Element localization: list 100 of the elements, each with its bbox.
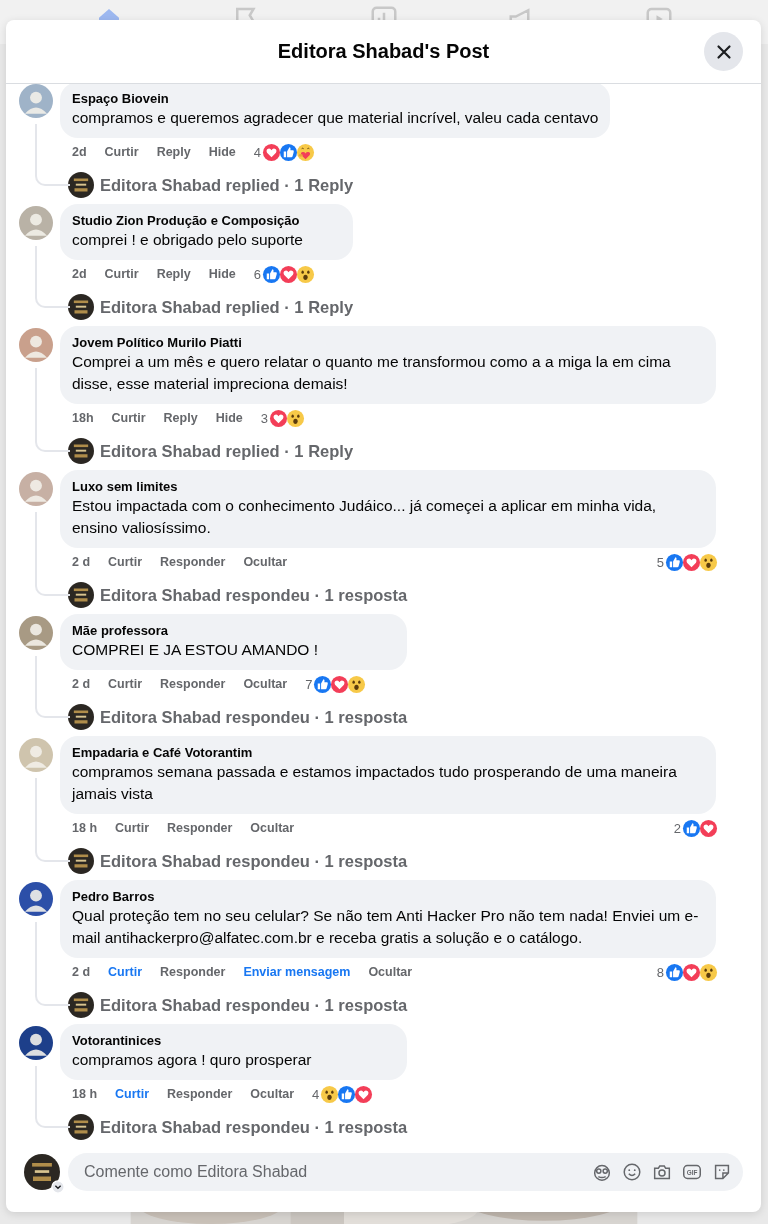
- avatar[interactable]: [68, 1114, 94, 1140]
- avatar[interactable]: [68, 848, 94, 874]
- comment-text: comprei ! e obrigado pelo suporte: [72, 230, 304, 250]
- reaction-count[interactable]: 2: [673, 820, 681, 836]
- heart-reaction-icon: [354, 1084, 374, 1104]
- comment-text: compramos e queremos agradecer que material incrível, valeu cada centavo: [72, 108, 599, 128]
- author-name[interactable]: Jovem Político Murilo Piatti: [72, 334, 704, 351]
- reaction-count[interactable]: 8: [656, 964, 664, 980]
- view-replies-link[interactable]: Editora Shabad respondeu · 1 resposta: [100, 1117, 408, 1137]
- author-name[interactable]: Empadaria e Café Votorantim: [72, 744, 704, 761]
- like-reaction-icon: [337, 1084, 357, 1104]
- heart-reaction-icon: [262, 142, 281, 162]
- reaction-count[interactable]: 4: [253, 144, 261, 160]
- heart-reaction-icon: [699, 818, 718, 838]
- like-reaction-icon: [279, 142, 298, 162]
- action-link[interactable]: Ocultar: [368, 965, 413, 979]
- author-name[interactable]: Mãe professora: [72, 622, 396, 639]
- thread-line: [35, 656, 70, 718]
- action-link[interactable]: Curtir: [108, 965, 143, 979]
- reaction-count[interactable]: 3: [260, 410, 268, 426]
- view-replies-link[interactable]: Editora Shabad respondeu · 1 resposta: [100, 995, 408, 1015]
- view-replies-link[interactable]: Editora Shabad respondeu · 1 resposta: [100, 585, 408, 605]
- heart-reaction-icon: [682, 962, 701, 982]
- action-link[interactable]: Responder: [167, 821, 233, 835]
- chevron-down-icon[interactable]: [51, 1180, 65, 1194]
- comment-text: COMPREI E JA ESTOU AMANDO !: [72, 640, 320, 660]
- action-link[interactable]: Curtir: [104, 145, 139, 159]
- avatar[interactable]: [68, 172, 94, 198]
- action-link[interactable]: Reply: [163, 411, 198, 425]
- timestamp: 2d: [72, 267, 87, 281]
- author-name[interactable]: Espaço Biovein: [72, 90, 599, 107]
- comment-text: compramos semana passada e estamos impactados tudo prosperando de uma maneira jamais vista: [72, 762, 678, 804]
- heart-reaction-icon: [279, 264, 298, 284]
- author-name[interactable]: Pedro Barros: [72, 888, 704, 905]
- action-link[interactable]: Hide: [208, 145, 236, 159]
- action-link[interactable]: Responder: [160, 677, 226, 691]
- surprised-reaction-icon: [699, 962, 718, 982]
- comment-text: Estou impactada com o conhecimento Judáico... já começei a aplicar em minha vida, ensino valiosíssimo.: [72, 496, 658, 538]
- thread-line: [35, 1066, 70, 1128]
- view-replies-link[interactable]: Editora Shabad respondeu · 1 resposta: [100, 851, 408, 871]
- like-reaction-icon: [262, 264, 281, 284]
- action-link[interactable]: Curtir: [108, 555, 143, 569]
- avatar[interactable]: [68, 704, 94, 730]
- action-link[interactable]: Hide: [208, 267, 236, 281]
- like-reaction-icon: [665, 552, 684, 572]
- timestamp: 2d: [72, 145, 87, 159]
- action-link[interactable]: Curtir: [111, 411, 146, 425]
- action-link[interactable]: Hide: [215, 411, 243, 425]
- view-replies-link[interactable]: Editora Shabad respondeu · 1 resposta: [100, 707, 408, 727]
- action-link[interactable]: Curtir: [108, 677, 143, 691]
- comment-text: compramos agora ! quro prosperar: [72, 1050, 313, 1070]
- action-link[interactable]: Curtir: [115, 1087, 150, 1101]
- action-link[interactable]: Ocultar: [243, 555, 288, 569]
- reaction-count[interactable]: 5: [656, 554, 664, 570]
- avatar[interactable]: [68, 294, 94, 320]
- action-link[interactable]: Responder: [167, 1087, 233, 1101]
- author-name[interactable]: Luxo sem limites: [72, 478, 704, 495]
- action-link[interactable]: Curtir: [104, 267, 139, 281]
- reaction-count[interactable]: 6: [253, 266, 261, 282]
- action-link[interactable]: Reply: [156, 267, 191, 281]
- timestamp: 18 h: [72, 821, 97, 835]
- avatar[interactable]: [24, 1154, 60, 1190]
- heart-reaction-icon: [330, 674, 350, 694]
- surprised-reaction-icon: [296, 264, 315, 284]
- timestamp: 18 h: [72, 1087, 97, 1101]
- action-link[interactable]: Ocultar: [250, 1087, 295, 1101]
- like-reaction-icon: [682, 818, 701, 838]
- thread-line: [35, 124, 70, 186]
- avatar[interactable]: [19, 882, 53, 916]
- author-name[interactable]: Votorantinices: [72, 1032, 396, 1049]
- surprised-reaction-icon: [347, 674, 367, 694]
- view-replies-link[interactable]: Editora Shabad replied · 1 Reply: [100, 175, 354, 195]
- surprised-reaction-icon: [285, 408, 305, 428]
- action-link[interactable]: Ocultar: [250, 821, 295, 835]
- reaction-count[interactable]: 7: [305, 676, 313, 692]
- comment-text: Comprei a um mês e quero relatar o quanto me transformou como a a miga la em cima disse, esse material impreciona demais!: [72, 352, 672, 394]
- emoji-icon[interactable]: [621, 1161, 643, 1183]
- action-link[interactable]: Ocultar: [243, 677, 288, 691]
- like-reaction-icon: [665, 962, 684, 982]
- view-replies-link[interactable]: Editora Shabad replied · 1 Reply: [100, 441, 354, 461]
- action-link[interactable]: Enviar mensagem: [243, 965, 351, 979]
- timestamp: 2 d: [72, 965, 91, 979]
- surprised-reaction-icon: [320, 1084, 340, 1104]
- action-link[interactable]: Responder: [160, 965, 226, 979]
- like-reaction-icon: [313, 674, 333, 694]
- action-link[interactable]: Responder: [160, 555, 226, 569]
- avatar[interactable]: [68, 438, 94, 464]
- thread-line: [35, 246, 70, 308]
- close-button[interactable]: [704, 32, 743, 71]
- action-link[interactable]: Curtir: [115, 821, 150, 835]
- avatar[interactable]: [19, 1026, 53, 1060]
- view-replies-link[interactable]: Editora Shabad replied · 1 Reply: [100, 297, 354, 317]
- timestamp: 18h: [72, 411, 94, 425]
- avatar[interactable]: [68, 582, 94, 608]
- reaction-count[interactable]: 4: [312, 1086, 320, 1102]
- timestamp: 2 d: [72, 555, 91, 569]
- action-link[interactable]: Reply: [156, 145, 191, 159]
- author-name[interactable]: Studio Zion Produção e Composição: [72, 212, 342, 229]
- avatar[interactable]: [68, 992, 94, 1018]
- timestamp: 2 d: [72, 677, 91, 691]
